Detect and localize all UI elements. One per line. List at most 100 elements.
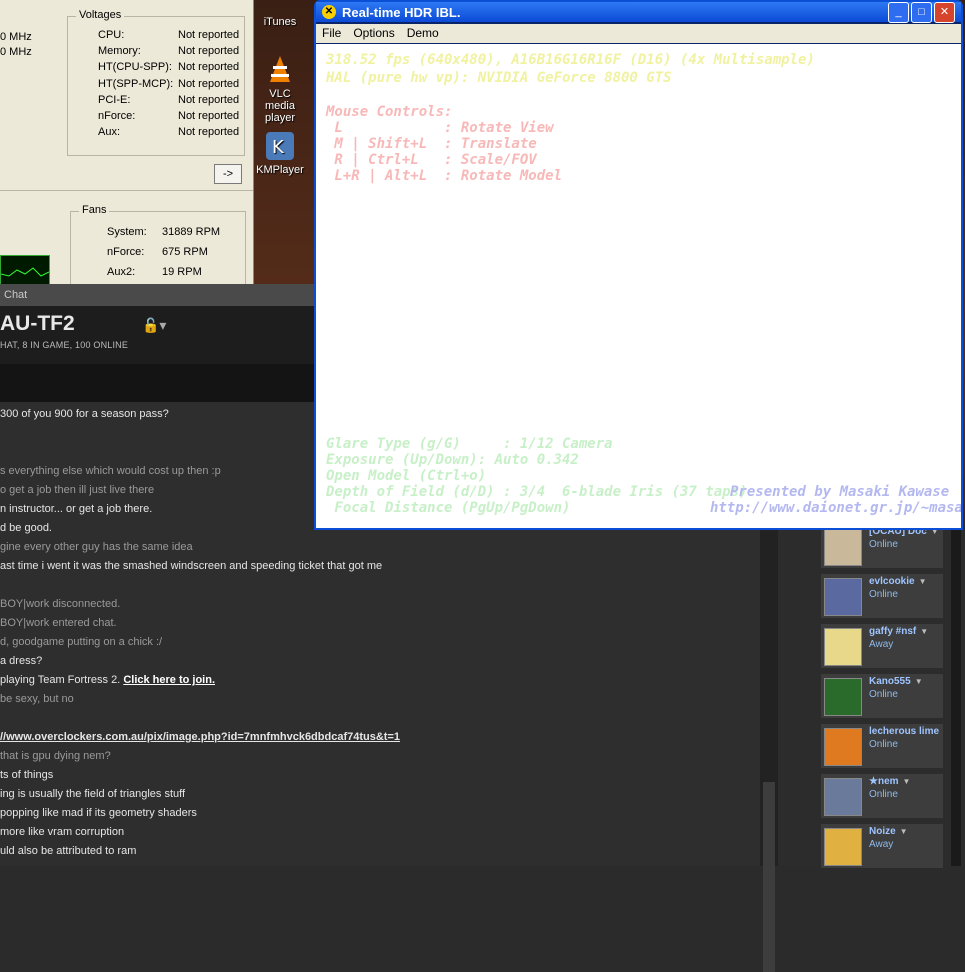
chat-message-game: playing Team Fortress 2. Click here to j… — [0, 674, 215, 686]
chat-message: 300 of you 900 for a season pass? — [0, 408, 169, 420]
menu-options[interactable]: Options — [347, 24, 400, 43]
friend-status: Online — [869, 689, 898, 700]
voltage-label: Memory: — [98, 45, 141, 57]
menu-demo[interactable]: Demo — [401, 24, 445, 43]
chat-message: uld also be attributed to ram — [0, 845, 137, 857]
voltage-value: Not reported — [178, 78, 240, 90]
chat-message: be sexy, but no — [0, 693, 74, 705]
voltage-row: CPU: Not reported — [98, 29, 298, 41]
friend-item[interactable]: [OCAU] Doc ▼ Online — [821, 524, 943, 568]
join-game-link[interactable]: Click here to join. — [123, 674, 215, 686]
chat-message: ts of things — [0, 769, 54, 781]
friend-name-row: lecherous lime — [869, 726, 939, 737]
voltage-value: Not reported — [178, 126, 240, 138]
desktop-icon-kmplayer[interactable]: K KMPlayer — [254, 130, 306, 176]
friend-name: lecherous lime — [869, 726, 940, 737]
chevron-down-icon[interactable]: ▼ — [900, 827, 908, 836]
friend-status: Away — [869, 839, 894, 850]
friend-name-row: gaffy #nsf ▼ — [869, 626, 928, 637]
friend-item[interactable]: ★nem ▼ Online — [821, 774, 943, 818]
voltage-label: PCI-E: — [98, 94, 131, 106]
mouse-control-line: M | Shift+L : Translate — [326, 136, 537, 152]
chat-url-link[interactable]: //www.overclockers.com.au/pix/image.php?… — [0, 731, 400, 743]
voltage-label: Aux: — [98, 126, 121, 138]
friend-status: Online — [869, 589, 898, 600]
avatar — [824, 728, 862, 766]
chat-message: BOY|work disconnected. — [0, 598, 121, 610]
friend-status: Online — [869, 539, 898, 550]
chevron-down-icon[interactable]: ▼ — [915, 677, 923, 686]
friend-item[interactable]: Kano555 ▼ Online — [821, 674, 943, 718]
fan-label: Aux2: — [107, 266, 136, 278]
desktop: 0 MHz 0 MHz Voltages CPU: Not reported Me… — [0, 0, 965, 972]
chat-message: that is gpu dying nem? — [0, 750, 111, 762]
fps-readout: 318.52 fps (640x480), A16B16G16R16F (D16… — [326, 52, 815, 68]
friends-scrollbar[interactable] — [951, 526, 961, 866]
voltage-label: HT(SPP-MCP): — [98, 78, 174, 90]
menu-file[interactable]: File — [316, 24, 347, 43]
credit-text: Presented by Masaki Kawase — [730, 484, 950, 500]
focal-distance-readout: Focal Distance (PgUp/PgDown) — [326, 500, 571, 516]
voltage-value: Not reported — [178, 110, 240, 122]
friend-name-row: Kano555 ▼ — [869, 676, 923, 687]
chat-message: o get a job then ill just live there — [0, 484, 155, 496]
fan-value: 31889 RPM — [162, 226, 221, 238]
chat-message: popping like mad if its geometry shaders — [0, 807, 197, 819]
friends-list: [OCAU] Doc ▼ Online evlcookie ▼ Online gaf… — [815, 524, 965, 868]
fan-row: nForce: 675 RPM — [107, 246, 307, 258]
friend-item[interactable]: gaffy #nsf ▼ Away — [821, 624, 943, 668]
fan-row: Aux2: 19 RPM — [107, 266, 307, 278]
svg-text:K: K — [272, 137, 285, 158]
fans-title: Fans — [79, 204, 110, 216]
fan-row: System: 31889 RPM — [107, 226, 307, 238]
friend-item[interactable]: evlcookie ▼ Online — [821, 574, 943, 618]
friend-status: Online — [869, 789, 898, 800]
kmplayer-icon: K — [264, 130, 296, 162]
render-canvas[interactable]: 318.52 fps (640x480), A16B16G16R16F (D16… — [316, 44, 961, 528]
desktop-icon-vlc[interactable]: VLC media player — [254, 54, 306, 124]
freq-line: 0 MHz — [0, 46, 32, 58]
next-button[interactable]: -> — [214, 164, 242, 184]
friend-name-row: ★nem ▼ — [869, 776, 910, 787]
open-model-hint: Open Model (Ctrl+o) — [326, 468, 487, 484]
avatar — [824, 528, 862, 566]
lock-dropdown-icon[interactable]: 🔓▾ — [142, 318, 166, 334]
friend-name-row: Noize ▼ — [869, 826, 908, 837]
itunes-icon — [264, 0, 296, 14]
mouse-control-line: L : Rotate View — [326, 120, 554, 136]
voltage-value: Not reported — [178, 45, 240, 57]
chevron-down-icon[interactable]: ▼ — [920, 627, 928, 636]
hal-readout: HAL (pure hw vp): NVIDIA GeForce 8800 GT… — [326, 70, 672, 86]
hardware-monitor-window: 0 MHz 0 MHz Voltages CPU: Not reported Me… — [0, 0, 254, 285]
voltage-label: nForce: — [98, 110, 136, 122]
chevron-down-icon[interactable]: ▼ — [903, 777, 911, 786]
avatar — [824, 778, 862, 816]
voltage-label: HT(CPU-SPP): — [98, 61, 172, 73]
mouse-controls-title: Mouse Controls: — [326, 104, 453, 120]
friend-status: Online — [869, 739, 898, 750]
sensor-graph — [0, 255, 50, 285]
chat-message: ing is usually the field of triangles st… — [0, 788, 186, 800]
friend-name: evlcookie — [869, 576, 915, 587]
voltages-group: Voltages CPU: Not reported Memory: Not rep… — [67, 9, 245, 156]
scrollbar-thumb[interactable] — [763, 782, 775, 972]
fan-label: nForce: — [107, 246, 145, 258]
chevron-down-icon[interactable]: ▼ — [919, 577, 927, 586]
friend-item[interactable]: Noize ▼ Away — [821, 824, 943, 868]
window-titlebar[interactable]: ✕ Real-time HDR IBL. — [316, 2, 961, 22]
hdr-app-window: ✕ Real-time HDR IBL. _ □ ✕ File Options … — [314, 0, 963, 530]
minimize-button[interactable]: _ — [888, 2, 909, 23]
app-x-icon: ✕ — [322, 5, 336, 19]
voltage-label: CPU: — [98, 29, 125, 41]
avatar — [824, 628, 862, 666]
friend-item[interactable]: lecherous lime Online — [821, 724, 943, 768]
maximize-button[interactable]: □ — [911, 2, 932, 23]
credit-url: http://www.daionet.gr.jp/~masa — [710, 500, 961, 516]
vlc-cone-icon — [264, 54, 296, 86]
chat-message: d, goodgame putting on a chick :/ — [0, 636, 163, 648]
avatar — [824, 678, 862, 716]
close-button[interactable]: ✕ — [934, 2, 955, 23]
fan-value: 675 RPM — [162, 246, 208, 258]
desktop-icon-itunes[interactable]: iTunes — [254, 0, 306, 28]
menu-bar: File Options Demo — [316, 24, 961, 43]
